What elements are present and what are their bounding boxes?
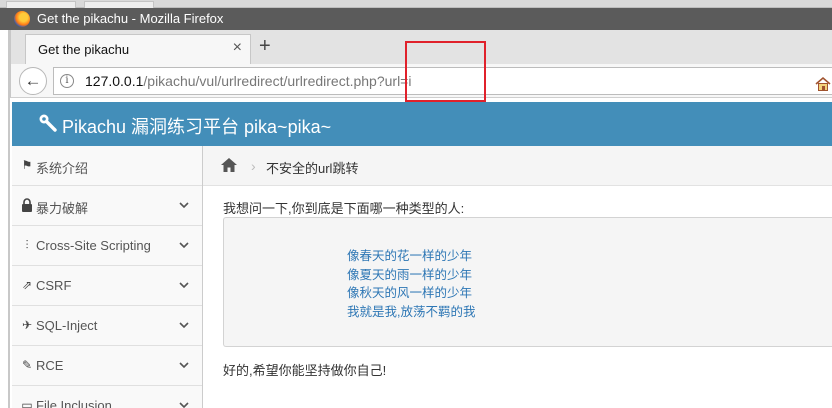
site-info-icon[interactable]: i — [60, 74, 74, 88]
chevron-down-icon[interactable] — [178, 239, 190, 251]
url-host: 127.0.0.1 — [85, 73, 144, 89]
home-icon[interactable] — [815, 76, 831, 92]
plane-icon: ✈ — [21, 318, 33, 332]
url-text[interactable]: 127.0.0.1/pikachu/vul/urlredirect/urlred… — [85, 73, 411, 89]
chevron-down-icon[interactable] — [178, 399, 190, 408]
tab-label: Get the pikachu — [38, 42, 130, 57]
sidebar-item-system-intro[interactable]: ⚑ 系统介绍 — [12, 146, 202, 186]
sidebar-item-label: File Inclusion — [36, 398, 112, 408]
question-text: 我想问一下,你到底是下面哪一种类型的人: — [223, 201, 465, 216]
sliders-icon: ⫶ — [25, 238, 29, 252]
sidebar-item-rce[interactable]: ✎ RCE — [12, 346, 202, 386]
site-title[interactable]: Pikachu 漏洞练习平台 pika~pika~ — [62, 113, 331, 139]
highlight-box — [405, 41, 486, 102]
sidebar-item-label: CSRF — [36, 278, 72, 293]
taskbar-tab[interactable] — [6, 1, 76, 8]
sidebar-item-sql-inject[interactable]: ✈ SQL-Inject — [12, 306, 202, 346]
taskbar-strip — [0, 0, 832, 8]
new-tab-button[interactable]: + — [259, 36, 271, 56]
chevron-down-icon[interactable] — [178, 279, 190, 291]
sidebar-item-label: 系统介绍 — [36, 161, 89, 176]
window-title: Get the pikachu - Mozilla Firefox — [37, 11, 224, 26]
sidebar-item-label: RCE — [36, 358, 64, 373]
sidebar-item-label: 暴力破解 — [36, 201, 89, 216]
tab-get-the-pikachu[interactable]: Get the pikachu × — [25, 34, 251, 64]
sidebar-item-file-inclusion[interactable]: ▭ File Inclusion — [12, 386, 202, 408]
wrench-icon — [39, 114, 57, 132]
chevron-down-icon[interactable] — [178, 199, 190, 211]
breadcrumb: › 不安全的url跳转 — [203, 146, 832, 186]
options-panel: 像春天的花一样的少年 像夏天的雨一样的少年 像秋天的风一样的少年 我就是我,放荡… — [223, 217, 832, 347]
chevron-down-icon[interactable] — [178, 319, 190, 331]
sidebar-item-label: Cross-Site Scripting — [36, 238, 151, 253]
firefox-logo-icon — [14, 11, 30, 27]
breadcrumb-separator: › — [251, 158, 256, 174]
url-path: /pikachu/vul/urlredirect/urlredirect.php… — [143, 73, 412, 89]
share-icon: ⇗ — [21, 278, 33, 292]
back-button[interactable]: ← — [19, 67, 47, 95]
window-titlebar: Get the pikachu - Mozilla Firefox — [0, 8, 832, 30]
browser-screenshot: Get the pikachu - Mozilla Firefox Get th… — [0, 0, 832, 408]
sidebar-item-xss[interactable]: ⫶ Cross-Site Scripting — [12, 226, 202, 266]
option-link[interactable]: 像春天的花一样的少年 — [347, 245, 472, 264]
option-link[interactable]: 像夏天的雨一样的少年 — [347, 264, 472, 283]
sidebar-item-brute-force[interactable]: 暴力破解 — [12, 186, 202, 226]
home-icon[interactable] — [220, 157, 238, 173]
sidebar-item-csrf[interactable]: ⇗ CSRF — [12, 266, 202, 306]
option-link[interactable]: 像秋天的风一样的少年 — [347, 282, 472, 301]
result-text: 好的,希望你能坚持做你自己! — [223, 363, 387, 378]
breadcrumb-current: 不安全的url跳转 — [266, 161, 359, 176]
close-tab-icon[interactable]: × — [233, 39, 242, 57]
sidebar: ⚑ 系统介绍 暴力破解 ⫶ Cross-Site Scripting ⇗ CSR… — [12, 146, 203, 408]
lock-icon — [22, 198, 32, 212]
sidebar-item-label: SQL-Inject — [36, 318, 98, 333]
file-icon: ▭ — [21, 398, 33, 408]
taskbar-tab[interactable] — [84, 1, 154, 8]
pencil-icon: ✎ — [21, 358, 33, 372]
chevron-down-icon[interactable] — [178, 359, 190, 371]
tag-icon: ⚑ — [21, 158, 33, 172]
site-header: Pikachu 漏洞练习平台 pika~pika~ — [12, 102, 832, 146]
option-link[interactable]: 我就是我,放荡不羁的我 — [347, 301, 475, 320]
